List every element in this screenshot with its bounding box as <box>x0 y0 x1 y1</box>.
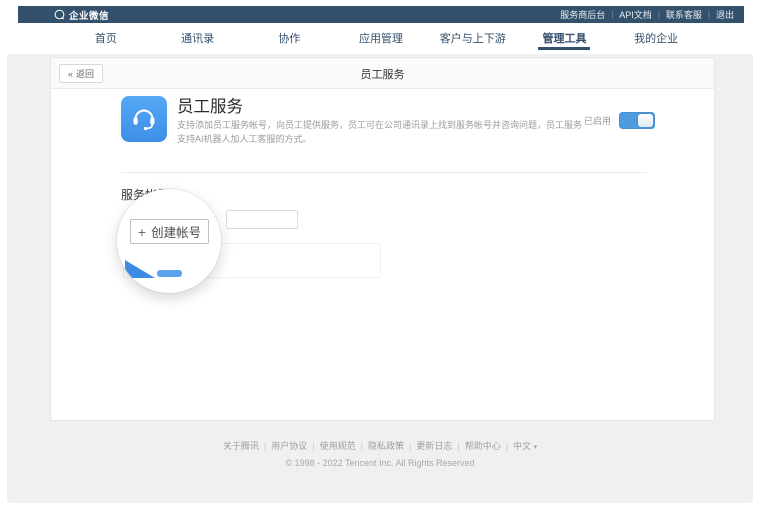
magnifier-lens: + 创建帐号 <box>117 189 221 293</box>
page-background: « 返回 员工服务 员工服务 支持添 <box>7 54 753 503</box>
page-title: 员工服务 <box>51 58 714 89</box>
divider: | <box>708 10 710 19</box>
nav-item-customers[interactable]: 客户与上下游 <box>427 23 519 52</box>
nav-item-my-company[interactable]: 我的企业 <box>610 23 702 52</box>
nav-item-home[interactable]: 首页 <box>60 23 152 52</box>
page-footer: 关于腾讯 | 用户协议 | 使用规范 | 隐私政策 | 更新日志 | 帮助中心 … <box>7 436 753 468</box>
app-name: 员工服务 <box>177 93 243 117</box>
footer-link-user-agreement[interactable]: 用户协议 <box>271 439 307 452</box>
chevron-down-icon: ▾ <box>534 444 538 451</box>
account-avatar-fragment <box>125 260 155 278</box>
nav-item-app-management[interactable]: 应用管理 <box>335 23 427 52</box>
enabled-toggle[interactable] <box>619 112 655 129</box>
divider: | <box>506 441 508 451</box>
topbar-link-logout[interactable]: 退出 <box>716 8 734 21</box>
create-account-button-label: 创建帐号 <box>151 222 201 241</box>
divider: | <box>312 441 314 451</box>
nav-item-admin-tools[interactable]: 管理工具 <box>519 23 611 52</box>
app-description-line1: 支持添加员工服务帐号，向员工提供服务，员工可在公司通讯录上找到服务帐号并咨询问题… <box>177 120 582 130</box>
enabled-status-label: 已启用 <box>584 114 611 127</box>
language-selector[interactable]: 中文 ▾ <box>513 439 537 452</box>
divider: | <box>611 10 613 19</box>
account-search-input[interactable] <box>226 210 298 229</box>
footer-link-usage-rules[interactable]: 使用规范 <box>320 439 356 452</box>
headset-icon <box>129 102 159 137</box>
divider: | <box>457 441 459 451</box>
account-avatar-fragment <box>157 270 182 277</box>
create-account-button[interactable]: + 创建帐号 <box>130 219 209 244</box>
employee-service-panel: « 返回 员工服务 员工服务 支持添 <box>50 57 715 421</box>
app-description-line2: 支持AI机器人加人工客服的方式。 <box>177 134 312 144</box>
app-status: 已启用 <box>584 112 655 129</box>
top-bar: 企业微信 服务商后台 | API文档 | 联系客服 | 退出 <box>18 6 744 23</box>
topbar-link-provider-console[interactable]: 服务商后台 <box>560 8 605 21</box>
divider: | <box>409 441 411 451</box>
screen: 企业微信 服务商后台 | API文档 | 联系客服 | 退出 首页 通讯录 协作… <box>0 0 759 509</box>
nav-item-contacts[interactable]: 通讯录 <box>152 23 244 52</box>
footer-links: 关于腾讯 | 用户协议 | 使用规范 | 隐私政策 | 更新日志 | 帮助中心 … <box>223 439 537 452</box>
main-nav: 首页 通讯录 协作 应用管理 客户与上下游 管理工具 我的企业 <box>18 23 744 52</box>
divider: | <box>361 441 363 451</box>
topbar-links: 服务商后台 | API文档 | 联系客服 | 退出 <box>560 8 734 21</box>
language-label: 中文 <box>513 441 531 451</box>
divider: | <box>658 10 660 19</box>
nav-item-collaboration[interactable]: 协作 <box>243 23 335 52</box>
wework-bubble-icon <box>54 9 65 20</box>
panel-header: « 返回 员工服务 <box>51 58 714 89</box>
footer-link-about-tencent[interactable]: 关于腾讯 <box>223 439 259 452</box>
plus-icon: + <box>138 225 146 239</box>
topbar-link-api-docs[interactable]: API文档 <box>619 8 652 21</box>
footer-link-help-center[interactable]: 帮助中心 <box>465 439 501 452</box>
footer-link-privacy-policy[interactable]: 隐私政策 <box>368 439 404 452</box>
footer-link-changelog[interactable]: 更新日志 <box>416 439 452 452</box>
app-description: 支持添加员工服务帐号，向员工提供服务，员工可在公司通讯录上找到服务帐号并咨询问题… <box>177 118 619 146</box>
divider: | <box>264 441 266 451</box>
wework-logo: 企业微信 <box>54 8 109 22</box>
employee-service-app-icon <box>121 96 167 142</box>
copyright-text: © 1998 - 2022 Tencent Inc. All Rights Re… <box>7 458 753 468</box>
wework-logo-text: 企业微信 <box>69 8 109 22</box>
section-divider <box>121 172 647 173</box>
topbar-link-contact-support[interactable]: 联系客服 <box>666 8 702 21</box>
toggle-knob <box>638 114 653 127</box>
